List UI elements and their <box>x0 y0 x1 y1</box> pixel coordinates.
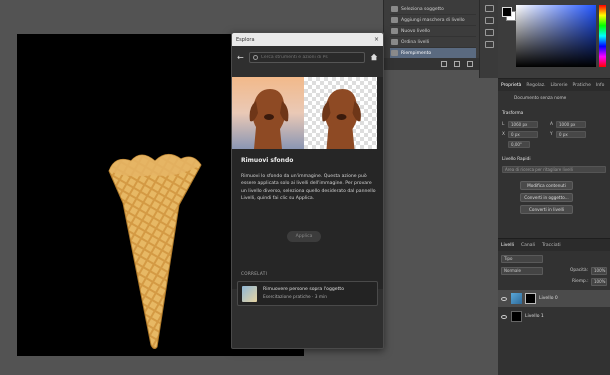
history-step-icon <box>391 28 398 34</box>
discover-title: Esplora <box>236 36 255 43</box>
discover-panel: Esplora × ← Cerca strumenti e azioni di … <box>231 32 384 349</box>
layers-tabs: Livelli Canali Tracciati <box>498 239 610 251</box>
color-panel <box>498 0 610 78</box>
height-label: A <box>550 122 553 127</box>
convert-to-layers-button[interactable]: Converti in livelli <box>520 205 573 214</box>
properties-tabs: Proprietà Regolaz. Librerie Pratiche Inf… <box>498 79 610 91</box>
convert-to-object-button[interactable]: Converti in oggetto... <box>520 193 573 202</box>
gradient-icon[interactable] <box>484 29 494 36</box>
layer-thumbnail <box>511 311 522 322</box>
home-icon[interactable] <box>370 53 378 61</box>
height-field[interactable]: 1000 px <box>556 121 586 128</box>
swatches-icon[interactable] <box>484 17 494 24</box>
blend-mode-select[interactable]: Normale <box>501 267 543 275</box>
search-icon <box>252 54 258 60</box>
y-field[interactable]: 0 px <box>556 131 586 138</box>
opacity-label: Opacità: <box>570 268 589 273</box>
trash-icon[interactable] <box>467 61 473 67</box>
x-label: X <box>502 132 505 137</box>
camera-icon[interactable] <box>454 61 460 67</box>
tab-channels[interactable]: Canali <box>521 243 535 248</box>
history-item[interactable]: Nuovo livello <box>390 26 476 37</box>
history-step-icon <box>391 17 398 23</box>
apply-button[interactable]: Applica <box>287 231 321 242</box>
layer-filter-select[interactable]: Tipo <box>501 255 543 263</box>
history-item-label: Riempimento <box>401 50 432 56</box>
color-panel-icon[interactable] <box>484 5 494 12</box>
tab-info[interactable]: Info <box>596 83 605 88</box>
layer-row-selected[interactable]: Livello 0 <box>498 290 610 307</box>
new-document-icon[interactable] <box>441 61 447 67</box>
history-footer <box>384 58 479 70</box>
layer-row[interactable]: Livello 1 <box>498 308 610 325</box>
fill-field[interactable]: 100% <box>591 278 607 286</box>
back-arrow-icon[interactable]: ← <box>237 53 244 62</box>
history-step-icon <box>391 6 398 12</box>
history-item-label: Ordina livelli <box>401 39 430 45</box>
pattern-icon[interactable] <box>484 41 494 48</box>
tab-layers[interactable]: Livelli <box>501 243 514 248</box>
layer-thumbnail <box>511 293 522 304</box>
related-tutorial-item[interactable]: Rimuovere persone sopra l'oggetto Eserci… <box>237 281 378 306</box>
tab-libraries[interactable]: Librerie <box>551 83 568 88</box>
photoshop-window: Seleziona soggetto Aggiungi maschera di … <box>0 0 610 375</box>
before-after-image <box>232 77 377 149</box>
opacity-field[interactable]: 100% <box>591 267 607 275</box>
discover-search-box[interactable] <box>248 51 365 63</box>
history-list: Seleziona soggetto Aggiungi maschera di … <box>390 4 476 59</box>
history-item[interactable]: Ordina livelli <box>390 37 476 48</box>
search-input[interactable] <box>260 54 361 60</box>
tutorial-title: Rimuovere persone sopra l'oggetto <box>263 287 345 292</box>
history-item[interactable]: Aggiungi maschera di livello <box>390 15 476 26</box>
foreground-color-swatch[interactable] <box>502 7 512 17</box>
tab-adjustments[interactable]: Regolaz. <box>526 83 545 88</box>
cutout-photo <box>304 77 377 149</box>
tab-practice[interactable]: Pratiche <box>573 83 591 88</box>
discover-search-row: ← <box>232 46 383 68</box>
dog-image <box>249 89 289 149</box>
tutorial-thumbnail <box>242 286 257 302</box>
edit-contents-button[interactable]: Modifica contenuti <box>520 181 573 190</box>
properties-panel: Proprietà Regolaz. Librerie Pratiche Inf… <box>498 78 610 238</box>
panel-icon-strip <box>479 0 498 78</box>
tab-properties[interactable]: Proprietà <box>501 83 521 88</box>
card-title: Rimuovi sfondo <box>241 157 294 164</box>
history-item[interactable]: Seleziona soggetto <box>390 4 476 15</box>
y-label: Y <box>550 132 553 137</box>
document-label: Documento senza nome <box>514 96 567 101</box>
history-item-label: Seleziona soggetto <box>401 6 444 12</box>
quick-actions-heading: Livello Rapidi <box>502 157 531 162</box>
card-description: Rimuovi lo sfondo da un'immagine. Questa… <box>241 174 376 201</box>
layer-mask-thumbnail[interactable] <box>525 293 536 304</box>
close-icon[interactable]: × <box>374 36 379 43</box>
eye-icon[interactable] <box>501 296 507 301</box>
related-section-label: CORRELATI <box>241 271 268 276</box>
transform-heading: Trasforma <box>502 111 524 116</box>
waffle-cone-image <box>108 154 202 349</box>
width-field[interactable]: 1060 px <box>508 121 538 128</box>
layers-panel: Livelli Canali Tracciati Tipo Normale Op… <box>498 238 610 375</box>
dog-cutout-image <box>322 89 361 149</box>
layer-name: Livello 0 <box>539 296 558 301</box>
tutorial-meta: Esercitazione pratiche · 3 min <box>263 295 327 300</box>
x-field[interactable]: 0 px <box>508 131 538 138</box>
history-step-icon <box>391 50 398 56</box>
fill-label: Riemp.: <box>572 279 589 284</box>
width-label: L <box>502 122 505 127</box>
hue-slider[interactable] <box>599 5 606 67</box>
remove-background-card: Rimuovi sfondo Rimuovi lo sfondo da un'i… <box>232 77 383 289</box>
original-photo <box>232 77 304 149</box>
history-item-label: Nuovo livello <box>401 28 431 34</box>
eye-icon[interactable] <box>501 314 507 319</box>
quick-actions-search[interactable]: Area di ricerca per ritagliare livelli <box>502 166 606 173</box>
tab-paths[interactable]: Tracciati <box>542 243 561 248</box>
history-item-label: Aggiungi maschera di livello <box>401 17 465 23</box>
history-step-icon <box>391 39 398 45</box>
history-panel: Seleziona soggetto Aggiungi maschera di … <box>383 0 479 70</box>
discover-header: Esplora × <box>232 33 383 46</box>
color-spectrum[interactable] <box>516 5 596 67</box>
angle-field[interactable]: 0,00° <box>508 141 530 148</box>
layer-name: Livello 1 <box>525 314 544 319</box>
